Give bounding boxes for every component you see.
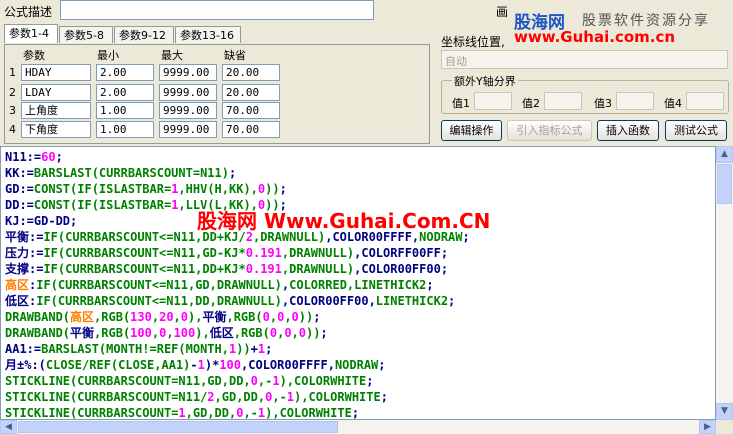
tab-params-9-12[interactable]: 参数9-12 <box>114 26 174 43</box>
tab-params-1-4[interactable]: 参数1-4 <box>4 24 58 43</box>
param-name-field[interactable]: 上角度 <box>21 102 91 119</box>
value4-field[interactable] <box>686 92 724 110</box>
param-name-field[interactable]: 下角度 <box>21 121 91 138</box>
scroll-down-icon[interactable]: ▼ <box>716 403 733 420</box>
tab-params-13-16[interactable]: 参数13-16 <box>175 26 241 43</box>
param-default-field[interactable]: 70.00 <box>222 121 280 138</box>
tab-params-5-8[interactable]: 参数5-8 <box>59 26 113 43</box>
header-max: 最大 <box>161 49 183 62</box>
extra-y-label: 额外Y轴分界 <box>452 73 518 89</box>
row-number: 2 <box>9 86 16 99</box>
coord-value: 自动 <box>445 55 467 68</box>
header-min: 最小 <box>97 49 119 62</box>
code-line: 低区:IF(CURRBARSCOUNT<=N11,DD,DRAWNULL),CO… <box>5 294 456 308</box>
param-default-field[interactable]: 20.00 <box>222 84 280 101</box>
code-line: STICKLINE(CURRBARSCOUNT=N11/2,GD,DD,0,-1… <box>5 390 388 404</box>
coord-label: 坐标线位置, <box>441 35 505 49</box>
watermark-slogan: 股票软件资源分享 <box>582 13 710 29</box>
code-line: KJ:=GD-DD; <box>5 214 78 228</box>
param-min-field[interactable]: 1.00 <box>96 121 154 138</box>
scroll-right-icon[interactable]: ▶ <box>699 420 716 434</box>
header-name: 参数 <box>23 49 45 62</box>
param-max-field[interactable]: 9999.00 <box>159 121 217 138</box>
formula-desc-label: 公式描述 <box>4 5 53 19</box>
value3-label: 值3 <box>594 97 612 110</box>
param-default-field[interactable]: 20.00 <box>222 64 280 81</box>
horizontal-scrollbar[interactable]: ◀ ▶ <box>0 420 716 434</box>
param-min-field[interactable]: 2.00 <box>96 64 154 81</box>
code-line: DRAWBAND(平衡,RGB(100,0,100),低区,RGB(0,0,0)… <box>5 326 328 340</box>
code-line: STICKLINE(CURRBARSCOUNT=N11,GD,DD,0,-1),… <box>5 374 374 388</box>
scroll-up-icon[interactable]: ▲ <box>716 146 733 163</box>
center-watermark: 股海网 Www.Guhai.Com.CN <box>197 209 491 233</box>
param-min-field[interactable]: 1.00 <box>96 102 154 119</box>
header-default: 缺省 <box>224 49 246 62</box>
value2-label: 值2 <box>522 97 540 110</box>
row-number: 3 <box>9 104 16 117</box>
code-line: GD:=CONST(IF(ISLASTBAR=1,HHV(H,KK),0)); <box>5 182 287 196</box>
param-name-field[interactable]: LDAY <box>21 84 91 101</box>
param-max-field[interactable]: 9999.00 <box>159 84 217 101</box>
row-number: 4 <box>9 123 16 136</box>
extra-y-group: 额外Y轴分界 值1 值2 值3 值4 <box>441 73 729 114</box>
watermark-banner: 股海网 股票软件资源分享 www.Guhai.com.cn <box>506 6 733 46</box>
param-name-field[interactable]: HDAY <box>21 64 91 81</box>
code-line: KK:=BARSLAST(CURRBARSCOUNT=N11); <box>5 166 237 180</box>
row-number: 1 <box>9 66 16 79</box>
scroll-thumb[interactable] <box>717 164 732 204</box>
code-line: N11:=60; <box>5 150 63 164</box>
formula-desc-input[interactable] <box>60 0 374 20</box>
params-table: 参数 最小 最大 缺省 1 HDAY 2.00 9999.00 20.00 2 … <box>4 44 430 144</box>
code-line: 高区:IF(CURRBARSCOUNT<=N11,GD,DRAWNULL),CO… <box>5 278 434 292</box>
watermark-url: www.Guhai.com.cn <box>514 28 676 46</box>
param-max-field[interactable]: 9999.00 <box>159 102 217 119</box>
vertical-scrollbar[interactable]: ▲ ▼ <box>716 146 733 420</box>
code-line: 月±%:(CLOSE/REF(CLOSE,AA1)-1)*100,COLOR00… <box>5 358 386 372</box>
value3-field[interactable] <box>616 92 654 110</box>
value4-label: 值4 <box>664 97 682 110</box>
scroll-thumb-horizontal[interactable] <box>18 421 338 433</box>
param-max-field[interactable]: 9999.00 <box>159 64 217 81</box>
value1-field[interactable] <box>474 92 512 110</box>
import-formula-button[interactable]: 引入指标公式 <box>507 120 592 141</box>
code-line: 支撑:=IF(CURRBARSCOUNT<=N11,DD+KJ*0.191,DR… <box>5 262 449 276</box>
scroll-left-icon[interactable]: ◀ <box>0 420 17 434</box>
code-line: DRAWBAND(高区,RGB(130,20,0),平衡,RGB(0,0,0))… <box>5 310 321 324</box>
code-editor[interactable]: N11:=60; KK:=BARSLAST(CURRBARSCOUNT=N11)… <box>0 146 716 420</box>
test-formula-button[interactable]: 测试公式 <box>665 120 727 141</box>
coord-select[interactable]: 自动 <box>441 50 728 69</box>
code-line: AA1:=BARSLAST(MONTH!=REF(MONTH,1))+1; <box>5 342 273 356</box>
edit-operation-button[interactable]: 编辑操作 <box>441 120 502 141</box>
value2-field[interactable] <box>544 92 582 110</box>
param-min-field[interactable]: 2.00 <box>96 84 154 101</box>
param-default-field[interactable]: 70.00 <box>222 102 280 119</box>
insert-function-button[interactable]: 插入函数 <box>597 120 659 141</box>
value1-label: 值1 <box>452 97 470 110</box>
code-line: STICKLINE(CURRBARSCOUNT=1,GD,DD,0,-1),CO… <box>5 406 360 420</box>
code-line: 压力:=IF(CURRBARSCOUNT<=N11,GD-KJ*0.191,DR… <box>5 246 449 260</box>
